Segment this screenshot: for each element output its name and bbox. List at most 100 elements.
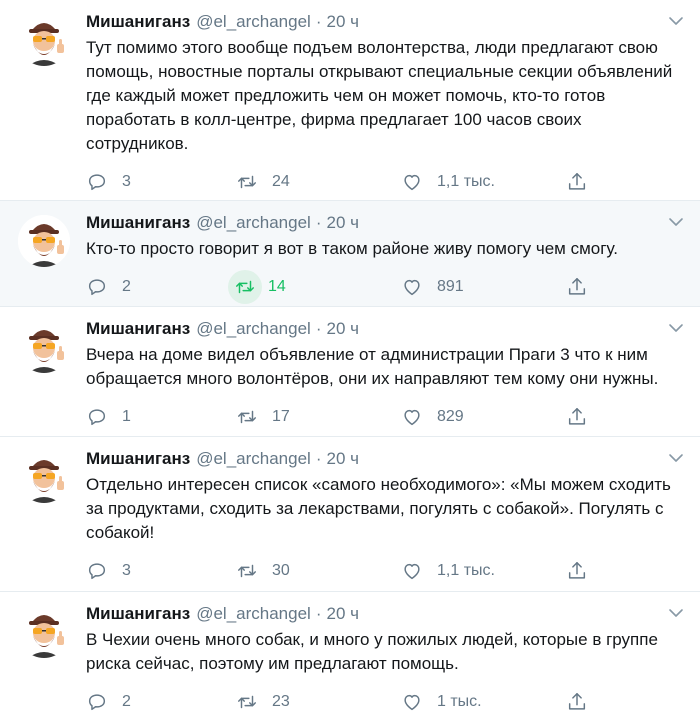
- retweet-count: 30: [272, 562, 290, 579]
- chevron-down-icon[interactable]: [666, 606, 686, 620]
- separator: ·: [315, 604, 322, 623]
- retweet-button[interactable]: 14: [228, 270, 401, 304]
- tweet-text: Отдельно интересен список «самого необхо…: [86, 475, 671, 542]
- chevron-down-icon[interactable]: [666, 321, 686, 335]
- reply-icon: [86, 691, 108, 713]
- author-name[interactable]: Мишаниганз: [86, 317, 190, 341]
- heart-icon: [401, 691, 423, 713]
- like-count: 829: [437, 408, 464, 425]
- heart-icon: [401, 406, 423, 428]
- separator: ·: [315, 12, 322, 31]
- author-name[interactable]: Мишаниганз: [86, 211, 190, 235]
- reply-button[interactable]: 2: [86, 691, 236, 713]
- author-handle[interactable]: @el_archangel: [196, 447, 311, 471]
- separator: ·: [315, 449, 322, 468]
- retweet-count: 24: [272, 173, 290, 190]
- author-name[interactable]: Мишаниганз: [86, 602, 190, 626]
- tweet-actions: 3 30 1,1 тыс.: [86, 551, 686, 591]
- chevron-down-icon[interactable]: [666, 451, 686, 465]
- reply-count: 2: [122, 278, 131, 295]
- heart-icon: [401, 171, 423, 193]
- like-button[interactable]: 829: [401, 406, 566, 428]
- heart-icon: [401, 560, 423, 582]
- reply-icon: [86, 406, 108, 428]
- share-icon: [566, 691, 588, 713]
- like-button[interactable]: 891: [401, 276, 566, 298]
- tweet-actions: 1 17 829: [86, 397, 686, 437]
- timestamp[interactable]: 20 ч: [327, 211, 360, 235]
- timestamp[interactable]: 20 ч: [327, 10, 360, 34]
- retweet-button[interactable]: 30: [236, 560, 401, 582]
- share-button[interactable]: [566, 406, 606, 428]
- reply-icon: [86, 171, 108, 193]
- reply-button[interactable]: 1: [86, 406, 236, 428]
- retweet-icon: [236, 691, 258, 713]
- author-handle[interactable]: @el_archangel: [196, 10, 311, 34]
- share-button[interactable]: [566, 276, 606, 298]
- author-name[interactable]: Мишаниганз: [86, 447, 190, 471]
- tweet-text: Кто-то просто говорит я вот в таком райо…: [86, 239, 618, 258]
- retweet-icon: [234, 276, 256, 298]
- share-icon: [566, 406, 588, 428]
- author-name[interactable]: Мишаниганз: [86, 10, 190, 34]
- like-count: 1 тыс.: [437, 693, 482, 710]
- reply-count: 1: [122, 408, 131, 425]
- tweet-actions: 2 14 891: [86, 267, 686, 307]
- share-icon: [566, 171, 588, 193]
- avatar[interactable]: [18, 451, 70, 503]
- reply-button[interactable]: 2: [86, 276, 236, 298]
- retweet-icon: [236, 171, 258, 193]
- reply-button[interactable]: 3: [86, 560, 236, 582]
- like-count: 1,1 тыс.: [437, 173, 495, 190]
- like-button[interactable]: 1,1 тыс.: [401, 171, 566, 193]
- like-count: 891: [437, 278, 464, 295]
- avatar[interactable]: [18, 321, 70, 373]
- author-handle[interactable]: @el_archangel: [196, 317, 311, 341]
- timestamp[interactable]: 20 ч: [327, 602, 360, 626]
- tweet[interactable]: Мишаниганз @el_archangel · 20 ч Вчера на…: [0, 307, 700, 437]
- like-button[interactable]: 1 тыс.: [401, 691, 566, 713]
- chevron-down-icon[interactable]: [666, 215, 686, 229]
- like-button[interactable]: 1,1 тыс.: [401, 560, 566, 582]
- retweet-button[interactable]: 23: [236, 691, 401, 713]
- retweet-count: 23: [272, 693, 290, 710]
- reply-count: 3: [122, 562, 131, 579]
- retweet-button[interactable]: 17: [236, 406, 401, 428]
- avatar[interactable]: [18, 14, 70, 66]
- avatar[interactable]: [18, 606, 70, 658]
- timestamp[interactable]: 20 ч: [327, 317, 360, 341]
- share-button[interactable]: [566, 691, 606, 713]
- reply-icon: [86, 560, 108, 582]
- avatar[interactable]: [18, 215, 70, 267]
- share-icon: [566, 560, 588, 582]
- tweet[interactable]: Мишаниганз @el_archangel · 20 ч Тут поми…: [0, 0, 700, 201]
- tweet-text: В Чехии очень много собак, и много у пож…: [86, 630, 658, 673]
- retweet-count: 17: [272, 408, 290, 425]
- retweet-button[interactable]: 24: [236, 171, 401, 193]
- tweet[interactable]: Мишаниганз @el_archangel · 20 ч Кто-то п…: [0, 201, 700, 307]
- chevron-down-icon[interactable]: [666, 14, 686, 28]
- retweet-icon: [236, 406, 258, 428]
- tweet[interactable]: Мишаниганз @el_archangel · 20 ч В Чехии …: [0, 592, 700, 713]
- tweet[interactable]: Мишаниганз @el_archangel · 20 ч Отдельно…: [0, 437, 700, 592]
- tweet-actions: 2 23 1 тыс.: [86, 682, 686, 722]
- reply-count: 3: [122, 173, 131, 190]
- separator: ·: [315, 213, 322, 232]
- reply-count: 2: [122, 693, 131, 710]
- retweet-count: 14: [268, 278, 286, 295]
- reply-button[interactable]: 3: [86, 171, 236, 193]
- tweet-text: Вчера на доме видел объявление от админи…: [86, 345, 659, 388]
- reply-icon: [86, 276, 108, 298]
- separator: ·: [315, 319, 322, 338]
- retweet-hover-bubble: [228, 270, 262, 304]
- like-count: 1,1 тыс.: [437, 562, 495, 579]
- share-button[interactable]: [566, 560, 606, 582]
- author-handle[interactable]: @el_archangel: [196, 602, 311, 626]
- share-icon: [566, 276, 588, 298]
- share-button[interactable]: [566, 171, 606, 193]
- tweet-text: Тут помимо этого вообще подъем волонтерс…: [86, 38, 673, 153]
- author-handle[interactable]: @el_archangel: [196, 211, 311, 235]
- heart-icon: [401, 276, 423, 298]
- retweet-icon: [236, 560, 258, 582]
- timestamp[interactable]: 20 ч: [327, 447, 360, 471]
